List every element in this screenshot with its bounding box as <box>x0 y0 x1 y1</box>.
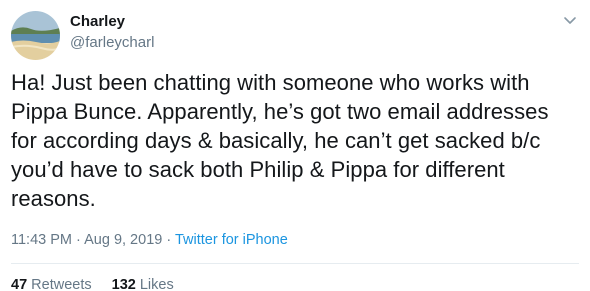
likes-label: Likes <box>139 277 174 291</box>
tweet-source-link[interactable]: Twitter for iPhone <box>175 232 288 248</box>
avatar[interactable] <box>11 11 60 60</box>
tweet-date[interactable]: Aug 9, 2019 <box>84 232 162 248</box>
likes-count: 132 <box>111 277 136 291</box>
tweet-meta: 11:43 PM · Aug 9, 2019 · Twitter for iPh… <box>11 232 288 248</box>
likes-stat[interactable]: 132 Likes <box>112 277 174 291</box>
tweet-text: Ha! Just been chatting with someone who … <box>11 70 549 211</box>
divider <box>11 263 579 264</box>
retweets-label: Retweets <box>31 277 92 291</box>
retweets-stat[interactable]: 47 Retweets <box>11 277 92 291</box>
tweet-time[interactable]: 11:43 PM <box>11 232 72 248</box>
retweets-count: 47 <box>11 277 28 291</box>
meta-separator: · <box>166 232 172 248</box>
user-handle[interactable]: @farleycharl <box>70 34 154 51</box>
display-name[interactable]: Charley <box>70 13 125 30</box>
meta-separator: · <box>76 232 81 248</box>
chevron-down-icon[interactable] <box>562 12 578 28</box>
tweet-card: Charley @farleycharl Ha! Just been chatt… <box>0 0 590 291</box>
tweet-stats: 47 Retweets 132 Likes <box>11 277 174 291</box>
